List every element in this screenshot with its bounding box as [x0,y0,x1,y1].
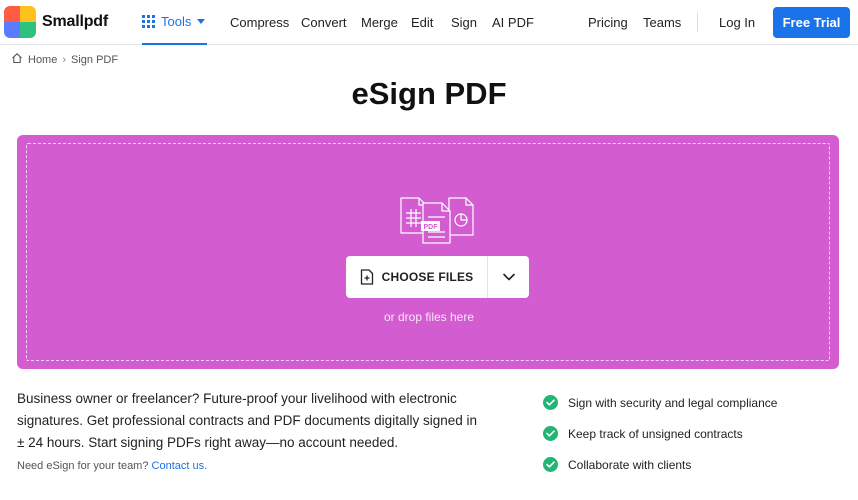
nav-link-compress[interactable]: Compress [230,15,289,30]
breadcrumb-home[interactable]: Home [28,54,57,66]
choose-files-dropdown-button[interactable] [487,256,529,298]
nav-link-ai-pdf[interactable]: AI PDF [492,15,534,30]
nav-link-merge[interactable]: Merge [361,15,398,30]
login-link[interactable]: Log In [719,15,755,30]
breadcrumb-separator: › [62,53,67,66]
nav-link-teams[interactable]: Teams [643,15,681,30]
choose-files-button-group: CHOOSE FILES [346,256,529,298]
feature-label: Keep track of unsigned contracts [568,426,743,441]
caret-down-icon [197,19,206,24]
dropzone-dashed-border: PDF CHOOSE FILES or drop files here [26,143,830,361]
team-note-text: Need eSign for your team? [17,460,149,472]
pdf-badge: PDF [424,224,439,231]
tools-label: Tools [161,14,192,29]
choose-files-button[interactable]: CHOOSE FILES [346,256,487,298]
check-circle-icon [543,395,558,410]
breadcrumb: Home › Sign PDF [11,52,118,67]
feature-label: Sign with security and legal compliance [568,395,778,410]
page-title: eSign PDF [351,76,507,111]
feature-item: Keep track of unsigned contracts [543,418,843,449]
check-circle-icon [543,426,558,441]
grid-icon [142,15,155,28]
smallpdf-logo-icon [4,6,36,38]
logo[interactable]: Smallpdf [4,6,108,38]
contact-us-link[interactable]: Contact us. [152,460,208,472]
add-file-icon [360,269,373,285]
top-navigation: Smallpdf Tools Compress Convert Merge Ed… [0,0,858,45]
choose-files-label: CHOOSE FILES [381,270,474,284]
nav-link-pricing[interactable]: Pricing [588,15,628,30]
drop-hint: or drop files here [383,310,475,324]
nav-link-sign[interactable]: Sign [451,15,477,30]
feature-item: Collaborate with clients [543,449,843,480]
check-circle-icon [543,457,558,472]
team-note: Need eSign for your team? Contact us. [17,460,207,472]
nav-link-convert[interactable]: Convert [301,15,347,30]
nav-divider [697,12,698,32]
home-icon[interactable] [11,52,23,67]
feature-label: Collaborate with clients [568,457,692,472]
tools-menu-button[interactable]: Tools [142,0,207,45]
free-trial-button[interactable]: Free Trial [773,7,850,38]
feature-list: Sign with security and legal compliance … [543,387,843,480]
feature-item: Sign with security and legal compliance [543,387,843,418]
chevron-down-icon [502,273,515,281]
files-illustration-icon: PDF [400,197,474,244]
breadcrumb-current: Sign PDF [71,53,119,66]
nav-link-edit[interactable]: Edit [411,15,433,30]
description-text: Business owner or freelancer? Future-pro… [17,391,477,450]
brand-name: Smallpdf [42,13,108,30]
file-dropzone[interactable]: PDF CHOOSE FILES or drop files here [17,135,839,369]
